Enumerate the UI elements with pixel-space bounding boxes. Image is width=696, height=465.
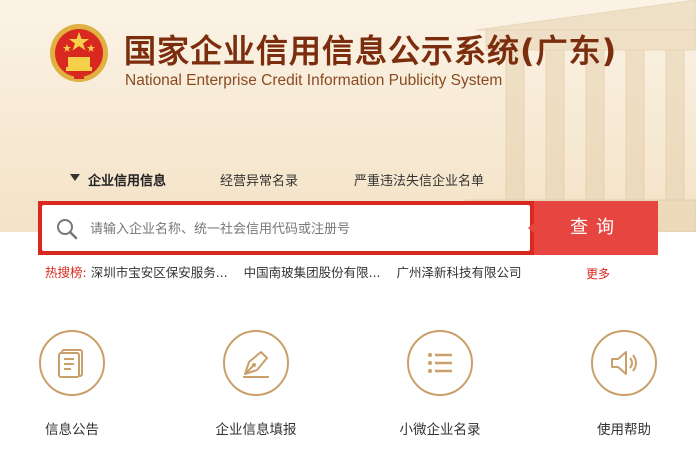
service-info-announcement[interactable]: 信息公告 (27, 330, 117, 438)
service-label: 企业信息填报 (215, 422, 297, 438)
tab-blacklist[interactable]: 严重违法失信企业名单 (354, 170, 484, 189)
hot-search-item[interactable]: 深圳市宝安区保安服务... (91, 265, 228, 280)
service-enterprise-report[interactable]: 企业信息填报 (211, 330, 301, 438)
national-emblem-icon (50, 24, 108, 82)
hot-search-label: 热搜榜: (45, 265, 87, 280)
service-small-business-list[interactable]: 小微企业名录 (395, 330, 485, 438)
document-icon (58, 349, 83, 378)
tab-enterprise-credit[interactable]: 企业信用信息 (88, 170, 166, 189)
more-link[interactable]: 更多 (586, 265, 610, 282)
service-icon-circle (407, 330, 473, 396)
search-input[interactable] (88, 205, 522, 253)
pen-icon (243, 351, 269, 378)
caret-down-icon (70, 174, 80, 181)
page-subtitle: National Enterprise Credit Information P… (125, 72, 503, 89)
service-icon-circle (223, 330, 289, 396)
service-label: 信息公告 (45, 422, 99, 438)
search-field-wrapper (42, 205, 530, 253)
service-icon-circle (39, 330, 105, 396)
service-label: 使用帮助 (597, 422, 651, 438)
list-icon (428, 353, 452, 373)
hot-search-bar: 热搜榜: 深圳市宝安区保安服务... 中国南玻集团股份有限... 广州泽新科技有… (45, 262, 534, 281)
speaker-icon (611, 351, 637, 375)
service-icon-circle (591, 330, 657, 396)
search-tabs: 企业信用信息 经营异常名录 严重违法失信企业名单 (0, 170, 696, 190)
search-button[interactable]: 查询 (534, 201, 658, 255)
hot-search-item[interactable]: 广州泽新科技有限公司 (397, 265, 522, 280)
search-icon (57, 219, 78, 240)
tab-abnormal-list[interactable]: 经营异常名录 (220, 170, 298, 189)
hero-banner: 国家企业信用信息公示系统(广东) National Enterprise Cre… (0, 0, 696, 232)
page-title: 国家企业信用信息公示系统(广东) (124, 32, 618, 70)
search-box (38, 201, 534, 255)
hot-search-item[interactable]: 中国南玻集团股份有限... (244, 265, 381, 280)
service-label: 小微企业名录 (399, 422, 481, 438)
service-help[interactable]: 使用帮助 (579, 330, 669, 438)
